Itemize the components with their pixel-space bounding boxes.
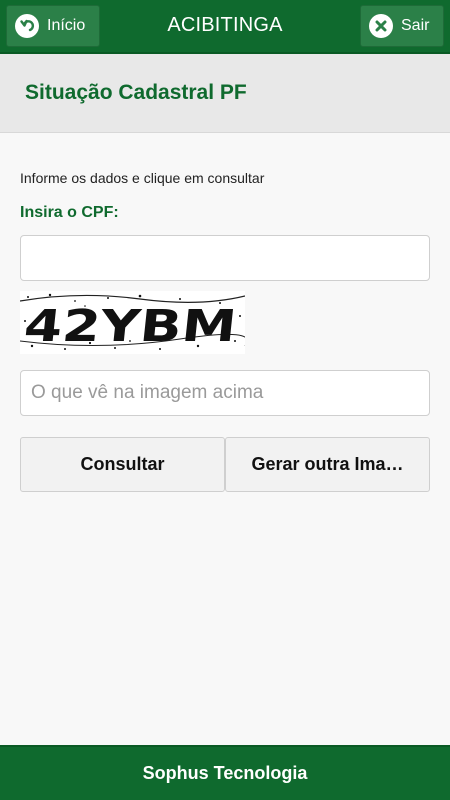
top-app-bar: Início ACIBITINGA Sair xyxy=(0,0,450,54)
captcha-answer-input[interactable] xyxy=(20,370,430,416)
exit-button[interactable]: Sair xyxy=(360,5,444,47)
consultar-label: Consultar xyxy=(80,454,165,474)
regenerate-captcha-button[interactable]: Gerar outra Ima… xyxy=(225,437,430,492)
cpf-input[interactable] xyxy=(20,235,430,281)
regenerate-captcha-label: Gerar outra Ima… xyxy=(251,454,404,474)
footer-text: Sophus Tecnologia xyxy=(142,763,308,783)
captcha-image: 42YBM xyxy=(19,291,248,354)
consultar-button[interactable]: Consultar xyxy=(20,437,225,492)
page-title: Situação Cadastral PF xyxy=(25,81,247,104)
close-x-icon xyxy=(369,14,393,38)
exit-label: Sair xyxy=(401,17,430,34)
captcha-glyphs: 42YBM xyxy=(22,301,239,352)
form-instructions: Informe os dados e clique em consultar xyxy=(20,170,265,186)
footer-bar: Sophus Tecnologia xyxy=(0,745,450,800)
page-header: Situação Cadastral PF xyxy=(0,54,450,133)
cpf-label: Insira o CPF: xyxy=(20,204,119,221)
